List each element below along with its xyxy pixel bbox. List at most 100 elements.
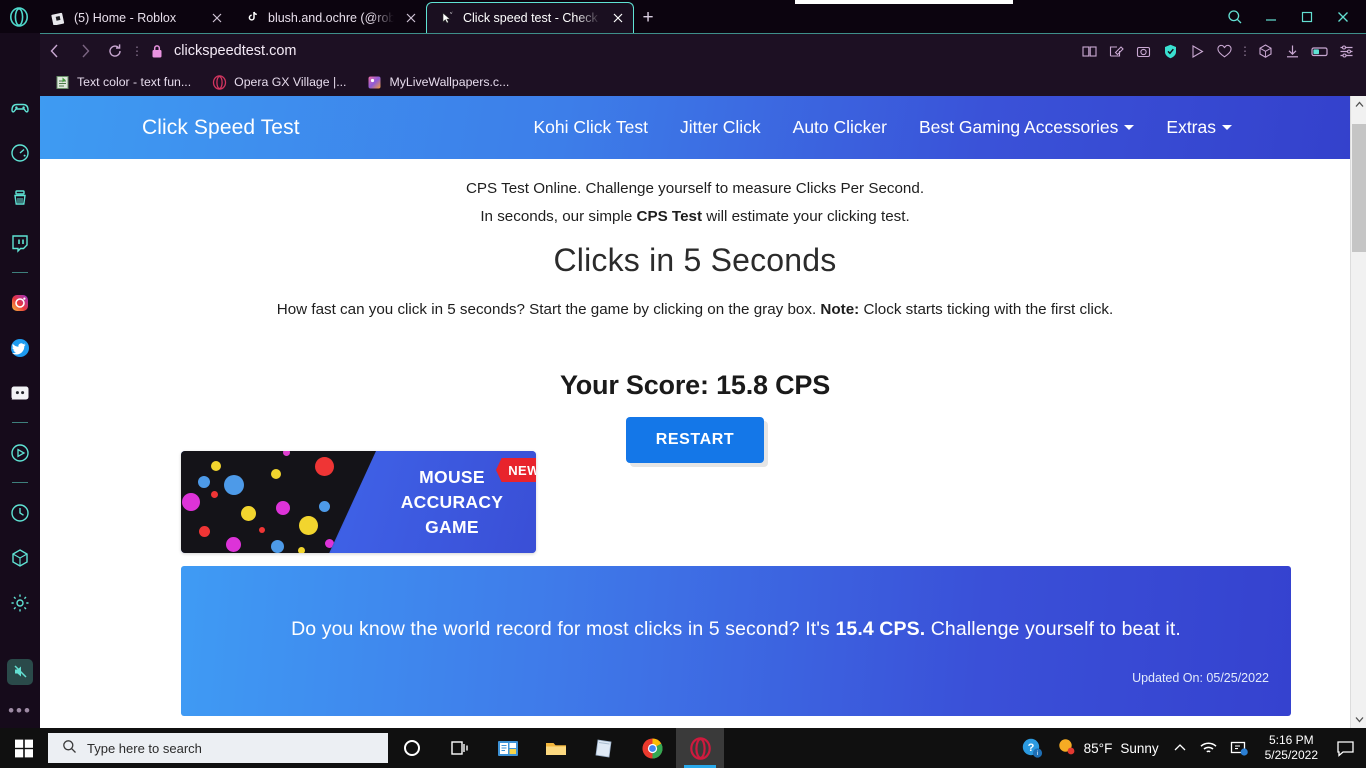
taskbar-google-chrome[interactable] (628, 728, 676, 768)
taskbar-clock[interactable]: 5:16 PM 5/25/2022 (1255, 728, 1328, 768)
minimize-icon[interactable] (1254, 3, 1288, 31)
banner-dot (226, 537, 241, 552)
page-viewport: Click Speed Test Kohi Click Test Jitter … (40, 96, 1366, 728)
bookmark-label: Opera GX Village |... (234, 75, 347, 89)
sidebar-divider (12, 482, 28, 483)
restart-button[interactable]: RESTART (625, 417, 765, 463)
action-center-icon[interactable] (1328, 728, 1362, 768)
tab-roblox-home[interactable]: (5) Home - Roblox (38, 2, 232, 33)
sidebar-item-history[interactable] (0, 490, 40, 535)
taskbar-sticky-notes[interactable] (580, 728, 628, 768)
windows-taskbar: Type here to search ? i 85°F Sunny 5:16 … (0, 728, 1366, 768)
weather-temperature: 85°F (1083, 740, 1113, 756)
close-icon[interactable] (1326, 3, 1360, 31)
tab-tiktok-profile[interactable]: blush.and.ochre (@roblox_b (232, 2, 426, 33)
sidebar-item-settings[interactable] (0, 580, 40, 625)
nav-auto-clicker[interactable]: Auto Clicker (777, 117, 903, 138)
page-menu-icon[interactable]: ⋮ (130, 44, 144, 58)
wr-text-a: Do you know the world record for most cl… (291, 618, 836, 640)
tiktok-icon (244, 10, 260, 26)
search-input[interactable]: Type here to search (48, 733, 388, 763)
new-tab-button[interactable]: + (634, 2, 662, 33)
nav-label: Best Gaming Accessories (919, 117, 1119, 137)
sidebar-item-mute[interactable] (0, 649, 40, 694)
help-icon[interactable]: ? i (1015, 728, 1049, 768)
mute-tab-icon[interactable] (7, 658, 33, 685)
taskbar-opera-gx[interactable] (676, 728, 724, 768)
reader-icon[interactable] (1076, 38, 1103, 65)
tray-overflow-chevron-up-icon[interactable] (1167, 728, 1193, 768)
site-brand[interactable]: Click Speed Test (142, 116, 300, 140)
sidebar-item-gx-cleaner[interactable] (0, 175, 40, 220)
sidebar-item-gx-corner[interactable] (0, 85, 40, 130)
bookmark-text-color[interactable]: Text color - text fun... (54, 74, 191, 90)
player-icon[interactable] (1184, 38, 1211, 65)
vpn-shield-icon[interactable] (1157, 38, 1184, 65)
maximize-icon[interactable] (1290, 3, 1324, 31)
address-bar-url[interactable]: clickspeedtest.com (174, 43, 297, 59)
search-icon[interactable] (1218, 3, 1252, 31)
tab-island-icon[interactable] (1306, 38, 1333, 65)
sidebar-item-twitter[interactable] (0, 325, 40, 370)
easy-setup-icon[interactable] (1333, 38, 1360, 65)
chevron-down-icon (1222, 125, 1232, 130)
tab-click-speed-test[interactable]: Click speed test - Check Cli (426, 2, 634, 33)
mouse-accuracy-game-banner[interactable]: MOUSE ACCURACY GAME NEW (181, 451, 536, 553)
extensions-cube-icon[interactable] (1252, 38, 1279, 65)
sidebar-item-player[interactable] (0, 430, 40, 475)
sidebar-item-extensions[interactable] (0, 535, 40, 580)
heart-icon[interactable] (1211, 38, 1238, 65)
subtext-note-label: Note: (820, 301, 860, 318)
reload-icon[interactable] (100, 36, 130, 66)
lock-icon[interactable] (144, 44, 170, 59)
sidebar-item-twitch[interactable] (0, 220, 40, 265)
sidebar-item-discord[interactable] (0, 370, 40, 415)
close-icon[interactable] (609, 9, 627, 27)
nav-extras[interactable]: Extras (1150, 117, 1248, 138)
nav-best-gaming-accessories[interactable]: Best Gaming Accessories (903, 117, 1150, 138)
site-header: Click Speed Test Kohi Click Test Jitter … (40, 96, 1350, 159)
sidebar-more-dots-icon[interactable]: ••• (8, 694, 32, 728)
taskbar-file-explorer[interactable] (532, 728, 580, 768)
snapshot-edit-icon[interactable] (1103, 38, 1130, 65)
window-controls (1218, 2, 1360, 32)
close-icon[interactable] (402, 9, 420, 27)
page-scrollbar[interactable] (1350, 96, 1366, 728)
weather-widget[interactable]: 85°F Sunny (1049, 737, 1167, 759)
clock-time: 5:16 PM (1268, 733, 1314, 747)
taskbar-cortana[interactable] (388, 728, 436, 768)
windows-start-icon[interactable] (0, 728, 48, 768)
clickspeedtest-page: Click Speed Test Kohi Click Test Jitter … (40, 96, 1350, 728)
close-icon[interactable] (208, 9, 226, 27)
taskbar-mail-store[interactable] (484, 728, 532, 768)
nav-jitter-click[interactable]: Jitter Click (664, 117, 777, 138)
scroll-up-icon[interactable] (1351, 96, 1366, 113)
scrollbar-thumb[interactable] (1352, 124, 1366, 252)
banner-dot (276, 501, 290, 515)
banner-dot (198, 476, 210, 488)
forward-arrow-icon[interactable] (70, 36, 100, 66)
banner-dot (283, 451, 290, 456)
bookmark-opera-gx-village[interactable]: Opera GX Village |... (211, 74, 346, 90)
downloads-icon[interactable] (1279, 38, 1306, 65)
network-icon[interactable] (1224, 728, 1255, 768)
wifi-icon[interactable] (1193, 728, 1224, 768)
banner-dot (211, 461, 221, 471)
subtext-a: How fast can you click in 5 seconds? Sta… (276, 301, 821, 318)
camera-icon[interactable] (1130, 38, 1157, 65)
nav-label: Extras (1166, 117, 1216, 137)
banner-dot (199, 526, 210, 537)
world-record-banner: Do you know the world record for most cl… (181, 566, 1291, 716)
opera-gx-logo-icon[interactable] (8, 6, 30, 28)
banner-dot (182, 493, 200, 511)
tab-strip: (5) Home - Roblox blush.and.ochre (@robl… (0, 0, 1366, 33)
back-arrow-icon[interactable] (40, 36, 70, 66)
sidebar-item-gx-control[interactable] (0, 130, 40, 175)
bookmark-mylivewallpapers[interactable]: MyLiveWallpapers.c... (366, 74, 509, 90)
toolbar-overflow-icon[interactable]: ⋮ (1238, 44, 1252, 58)
sidebar-item-instagram[interactable] (0, 280, 40, 325)
nav-kohi-click-test[interactable]: Kohi Click Test (518, 117, 664, 138)
scroll-down-icon[interactable] (1351, 711, 1366, 728)
taskbar-task-view[interactable] (436, 728, 484, 768)
page-title: Clicks in 5 Seconds (553, 242, 837, 278)
